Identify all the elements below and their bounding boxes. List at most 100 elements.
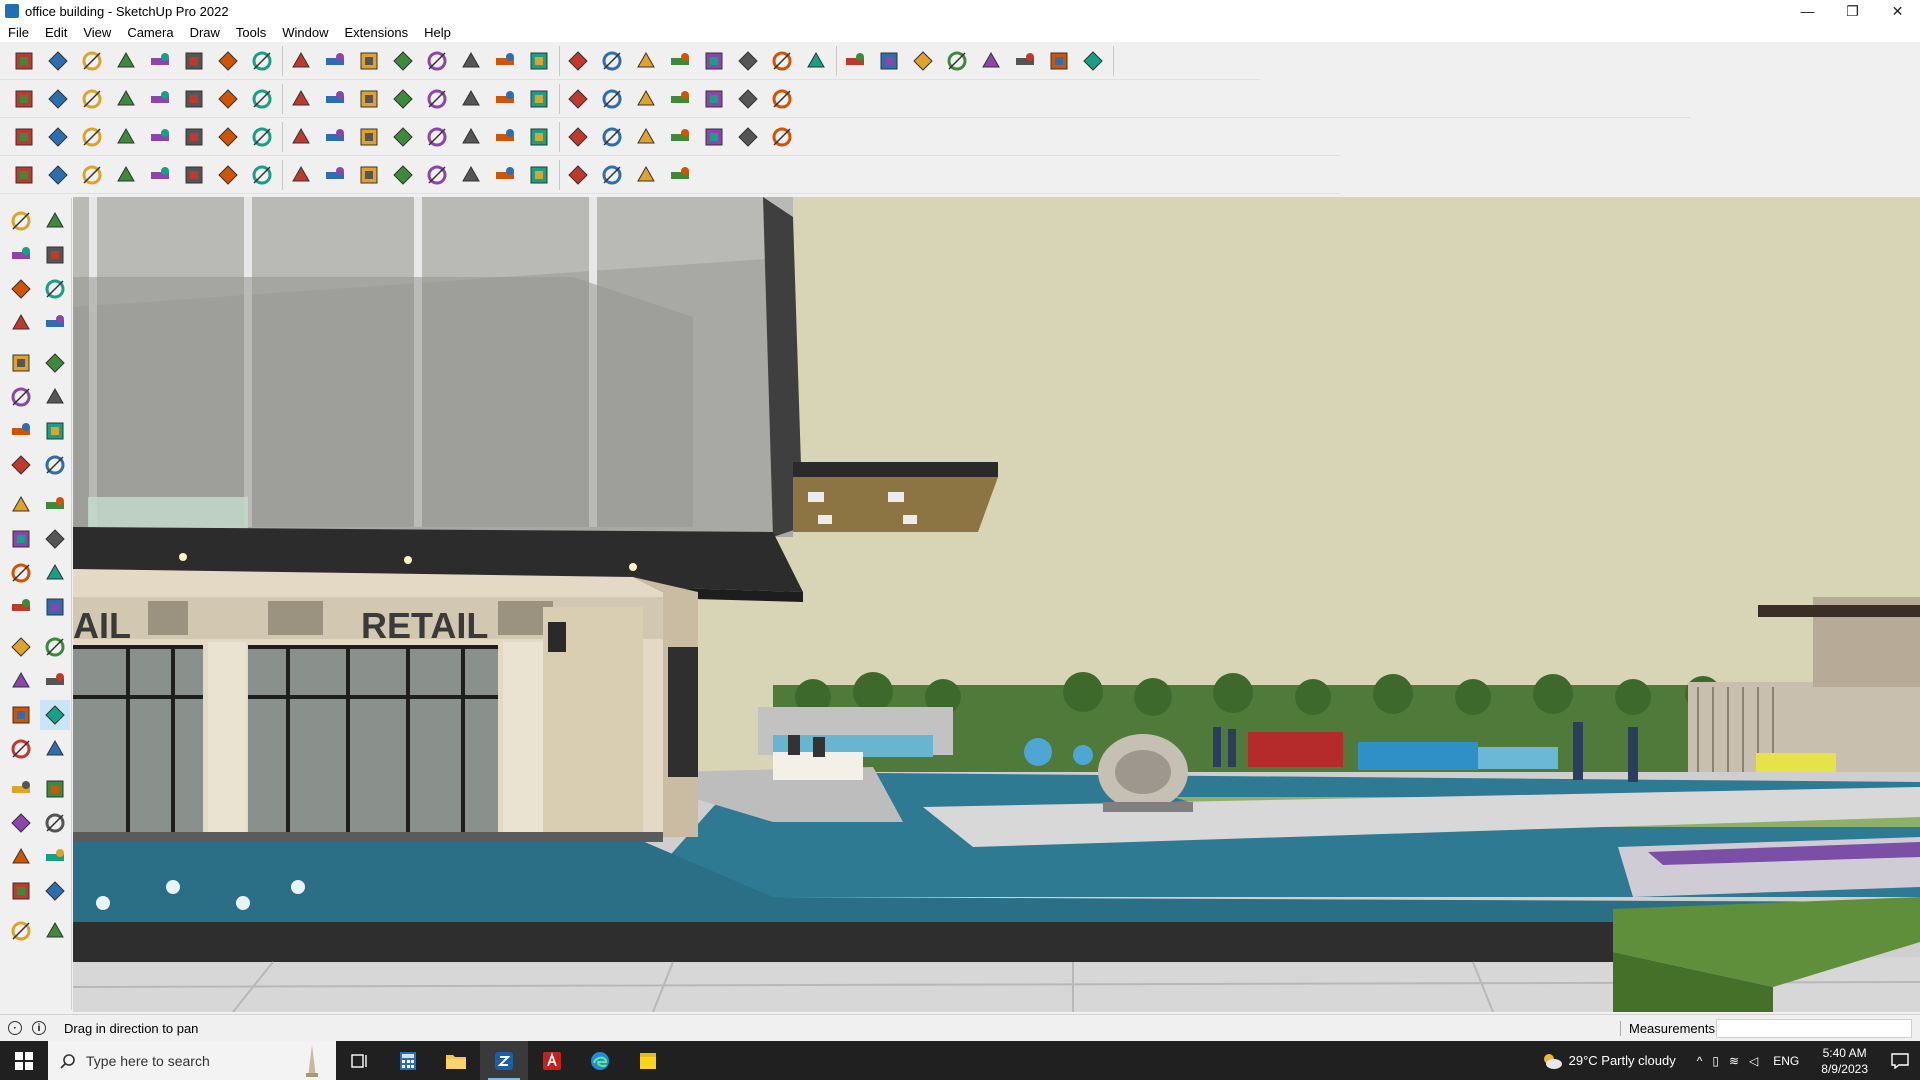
pencil-tool-button[interactable] xyxy=(423,83,451,115)
menu-camera[interactable]: Camera xyxy=(119,25,181,40)
taskbar-sketchup[interactable] xyxy=(480,1041,528,1080)
dimension-tool-button[interactable] xyxy=(40,592,70,622)
louver-tool-button[interactable] xyxy=(598,159,626,191)
eraser-tool-button[interactable] xyxy=(40,240,70,270)
window-tool-button[interactable] xyxy=(287,83,315,115)
pie-tool-button[interactable] xyxy=(40,416,70,446)
railing-tool-button[interactable] xyxy=(491,159,519,191)
rotate-tool-button[interactable] xyxy=(6,524,36,554)
section-plane-tool-button[interactable] xyxy=(6,876,36,906)
freehand-tool-button[interactable] xyxy=(40,308,70,338)
bezier-tool-button[interactable] xyxy=(632,83,660,115)
arc3-tool-button[interactable] xyxy=(6,450,36,480)
split-tool-button[interactable] xyxy=(564,121,592,153)
notification-button[interactable] xyxy=(1880,1041,1920,1080)
top-view-tool-button[interactable] xyxy=(44,83,72,115)
orbit-tool-button[interactable] xyxy=(40,206,70,236)
components-tool-button[interactable] xyxy=(6,274,36,304)
offset-tool-button[interactable] xyxy=(40,558,70,588)
plane-tool-button[interactable] xyxy=(10,121,38,153)
taskbar-acrobat[interactable] xyxy=(528,1041,576,1080)
door-tool-button[interactable] xyxy=(248,83,276,115)
arc-tool-button[interactable] xyxy=(598,83,626,115)
menu-window[interactable]: Window xyxy=(274,25,336,40)
taskbar-calculator[interactable] xyxy=(384,1041,432,1080)
text-tool-button[interactable] xyxy=(423,45,451,77)
zoom-tool-button[interactable] xyxy=(10,45,38,77)
close-button[interactable]: ✕ xyxy=(1875,0,1920,22)
rectangle-tool-button[interactable] xyxy=(180,45,208,77)
iso-view-tool-button[interactable] xyxy=(10,83,38,115)
menu-extensions[interactable]: Extensions xyxy=(337,25,417,40)
3d-text-tool-button[interactable] xyxy=(40,666,70,696)
axes-tool-button[interactable] xyxy=(875,45,903,77)
slab-tool-button[interactable] xyxy=(44,121,72,153)
extensions-tool-button[interactable] xyxy=(802,45,830,77)
text-tool-button[interactable] xyxy=(40,632,70,662)
section-display-tool-button[interactable] xyxy=(40,876,70,906)
task-view-button[interactable] xyxy=(336,1041,384,1080)
chevron-up-icon[interactable]: ^ xyxy=(1697,1054,1703,1068)
menu-view[interactable]: View xyxy=(75,25,119,40)
cone-tool-button[interactable] xyxy=(389,121,417,153)
step-tool-button[interactable] xyxy=(632,159,660,191)
measurements-input[interactable] xyxy=(1716,1019,1912,1038)
info-icon[interactable]: i xyxy=(32,1021,46,1035)
material-tool-button[interactable] xyxy=(734,83,762,115)
wifi-icon[interactable]: ≋ xyxy=(1729,1054,1739,1068)
extrude-tool-button[interactable] xyxy=(112,83,140,115)
outliner-tool-button[interactable] xyxy=(40,916,70,946)
grid-tool-button[interactable] xyxy=(214,121,242,153)
zoom-extents-tool-button[interactable] xyxy=(598,45,626,77)
weather-widget[interactable]: 29°C Partly cloudy xyxy=(1541,1052,1676,1070)
volume-icon[interactable]: ◁ xyxy=(1749,1054,1758,1068)
restore-button[interactable]: ❐ xyxy=(1830,0,1875,22)
footprint-tool-button[interactable] xyxy=(6,842,36,872)
orbit-tool-button[interactable] xyxy=(491,45,519,77)
trim-tool-button[interactable] xyxy=(389,159,417,191)
zoom-window-tool-button[interactable] xyxy=(40,734,70,764)
system-clock[interactable]: 5:40 AM 8/9/2023 xyxy=(1821,1045,1868,1077)
zoom-window-tool-button[interactable] xyxy=(564,45,592,77)
components-tool-button[interactable] xyxy=(632,45,660,77)
menu-help[interactable]: Help xyxy=(416,25,459,40)
move-tool-button[interactable] xyxy=(287,45,315,77)
fence-tool-button[interactable] xyxy=(457,159,485,191)
layers-tool-button[interactable] xyxy=(700,45,728,77)
select-tool-button[interactable] xyxy=(6,206,36,236)
curve-tool-button[interactable] xyxy=(700,83,728,115)
bevel-tool-button[interactable] xyxy=(287,159,315,191)
mesh-tool-button[interactable] xyxy=(768,121,796,153)
zoom-tool-button[interactable] xyxy=(6,734,36,764)
weld-tool-button[interactable] xyxy=(180,83,208,115)
bend-tool-button[interactable] xyxy=(146,121,174,153)
menu-edit[interactable]: Edit xyxy=(37,25,75,40)
joint-tool-button[interactable] xyxy=(491,121,519,153)
move-tool-button[interactable] xyxy=(6,490,36,520)
truss-tool-button[interactable] xyxy=(525,159,553,191)
styles-tool-button[interactable] xyxy=(666,45,694,77)
input-language[interactable]: ENG xyxy=(1773,1054,1799,1068)
look-around-tool-button[interactable] xyxy=(40,808,70,838)
hatch-tool-button[interactable] xyxy=(666,159,694,191)
circle-tool-button[interactable] xyxy=(491,83,519,115)
render-tool-button[interactable] xyxy=(768,83,796,115)
taskbar-search-box[interactable]: Type here to search xyxy=(48,1041,336,1080)
spline-edit-tool-button[interactable] xyxy=(44,159,72,191)
followme-tool-button[interactable] xyxy=(40,524,70,554)
walk-tool-button[interactable] xyxy=(6,808,36,838)
minimize-button[interactable]: — xyxy=(1785,0,1830,22)
redo-tool-button[interactable] xyxy=(1045,45,1073,77)
battery-icon[interactable]: ▯ xyxy=(1712,1054,1719,1068)
rotated-rect-tool-button[interactable] xyxy=(40,348,70,378)
geolocation-icon[interactable]: · xyxy=(8,1021,22,1035)
roof-tile-tool-button[interactable] xyxy=(564,159,592,191)
sector-tool-button[interactable] xyxy=(40,450,70,480)
tile-tool-button[interactable] xyxy=(700,121,728,153)
vertex-tool-button[interactable] xyxy=(10,159,38,191)
offset-tool-button[interactable] xyxy=(321,159,349,191)
extrude2-tool-button[interactable] xyxy=(248,159,276,191)
position-camera-tool-button[interactable] xyxy=(40,842,70,872)
array-tool-button[interactable] xyxy=(525,121,553,153)
measure-tool-button[interactable] xyxy=(909,45,937,77)
